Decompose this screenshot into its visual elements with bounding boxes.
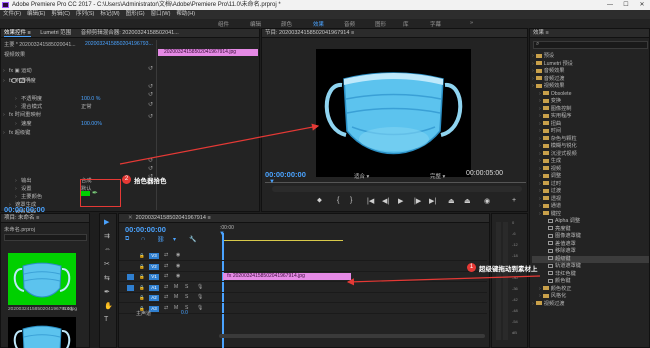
annotation-text-1: 超级键拖动到素材上 <box>479 266 538 273</box>
annotation-arrow-2 <box>119 123 320 165</box>
annotation-number-2: 2 <box>122 175 131 184</box>
annotation-overlay <box>119 123 541 286</box>
annotation-number-1: 1 <box>467 263 476 272</box>
annotation-arrow-1 <box>346 275 541 286</box>
annotation-text-2: 拾色器拾色 <box>134 178 167 185</box>
